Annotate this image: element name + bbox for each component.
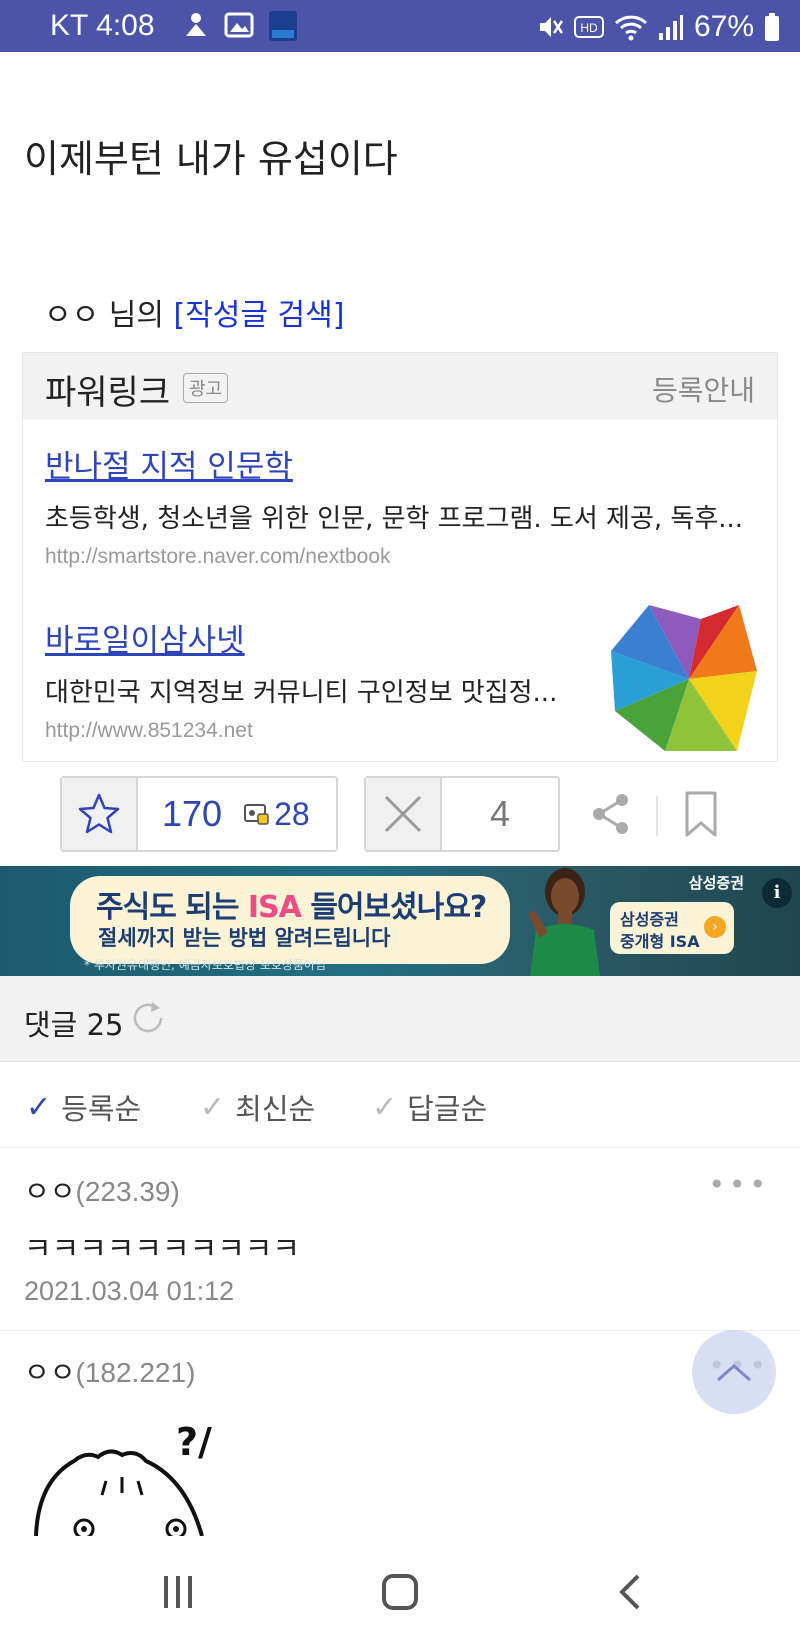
register-ad-link[interactable]: 등록안내 — [652, 369, 755, 409]
ad-item[interactable]: 반나절 지적 인문학 초등학생, 청소년을 위한 인문, 문학 프로그램. 도서… — [45, 441, 743, 569]
banner-ad[interactable]: 주식도 되는 ISA 들어보셨나요? 절세까지 받는 방법 알려드립니다 * 투… — [0, 866, 800, 976]
comment-item: ㅇㅇ(223.39) ••• ㅋㅋㅋㅋㅋㅋㅋㅋㅋㅋ 2021.03.04 01:… — [0, 1148, 800, 1330]
star-icon — [78, 793, 120, 834]
downvote-button[interactable] — [366, 778, 442, 850]
comment-sort-bar: ✓ 등록순 ✓ 최신순 ✓ 답글순 — [0, 1062, 800, 1148]
powerlink-ad-box: 파워링크 광고 등록안내 반나절 지적 인문학 초등학생, 청소년을 위한 인문… — [22, 352, 778, 762]
close-icon — [384, 795, 422, 833]
comment-author[interactable]: ㅇㅇ(223.39) — [24, 1170, 180, 1210]
image-icon — [224, 12, 254, 38]
upvote-button[interactable] — [62, 778, 138, 850]
sort-label: 답글순 — [407, 1092, 488, 1126]
game-icon — [186, 13, 206, 36]
system-nav-bar — [0, 1536, 800, 1644]
powerlink-header: 파워링크 광고 등록안내 — [23, 353, 777, 419]
comment-author-name: ㅇㅇ — [24, 1356, 76, 1389]
mute-icon — [539, 17, 563, 37]
comment-author-ip: (182.221) — [75, 1357, 196, 1388]
more-options-icon[interactable]: ••• — [708, 1168, 770, 1201]
sort-by-latest[interactable]: ✓ 최신순 — [200, 1086, 315, 1128]
comment-item: ㅇㅇ(182.221) ••• ?/ — [0, 1331, 800, 1536]
recent-apps-icon[interactable] — [158, 1572, 198, 1612]
banner-brand: 삼성증권 — [688, 874, 744, 892]
home-icon[interactable] — [380, 1572, 420, 1612]
banner-headline-highlight: ISA — [247, 890, 302, 925]
wifi-icon — [614, 15, 647, 41]
share-icon[interactable] — [590, 792, 632, 836]
author-line: ㅇㅇ 님의 [작성글 검색] — [44, 290, 344, 334]
system-icons: HD 67% — [536, 10, 780, 44]
fixed-upvote-count: 28 — [274, 795, 310, 832]
comment-body: ㅋㅋㅋㅋㅋㅋㅋㅋㅋㅋ — [24, 1232, 300, 1267]
comment-author-name: ㅇㅇ — [24, 1175, 76, 1208]
battery-icon — [765, 13, 779, 41]
bookmark-icon[interactable] — [684, 790, 718, 838]
comment-date: 2021.03.04 01:12 — [24, 1276, 235, 1306]
battery-percent: 67% — [693, 10, 754, 43]
upvote-box[interactable]: 170 28 — [60, 776, 338, 852]
carrier-time: KT 4:08 — [50, 9, 155, 42]
ad-logo-image[interactable] — [609, 601, 769, 757]
check-icon: ✓ — [372, 1089, 398, 1125]
check-icon: ✓ — [26, 1089, 52, 1125]
powerlink-title: 파워링크 — [45, 373, 171, 413]
ad-title-link[interactable]: 반나절 지적 인문학 — [45, 441, 743, 486]
ad-description: 초등학생, 청소년을 위한 인문, 문학 프로그램. 도서 제공, 독후... — [45, 504, 744, 534]
comments-header: 댓글 25 — [0, 976, 800, 1062]
banner-subline: 절세까지 받는 방법 알려드립니다 — [98, 926, 391, 950]
banner-headline: 주식도 되는 ISA 들어보셨나요? — [96, 882, 487, 926]
app-notification-icon — [269, 11, 297, 41]
ad-url[interactable]: http://www.851234.net — [45, 719, 557, 743]
chevron-up-icon — [717, 1364, 751, 1382]
downvote-box[interactable]: 4 — [364, 776, 560, 852]
sort-label: 등록순 — [61, 1092, 142, 1126]
ad-title-link[interactable]: 바로일이삼사넷 — [45, 615, 557, 660]
sort-label: 최신순 — [235, 1092, 316, 1126]
back-icon[interactable] — [610, 1572, 650, 1612]
divider — [656, 796, 658, 836]
ad-info-icon[interactable]: i — [762, 878, 792, 908]
banner-headline-text: 들어보셨나요? — [300, 890, 487, 925]
check-icon: ✓ — [200, 1089, 226, 1125]
comment-author[interactable]: ㅇㅇ(182.221) — [24, 1351, 195, 1391]
comment-count: 댓글 25 — [24, 1008, 124, 1042]
post-title: 이제부턴 내가 유섭이다 — [24, 137, 398, 181]
sort-by-registered[interactable]: ✓ 등록순 — [26, 1086, 141, 1128]
banner-cta-label: 삼성증권 — [620, 910, 679, 929]
sort-by-replies[interactable]: ✓ 답글순 — [372, 1086, 487, 1128]
banner-headline-text: 주식도 되는 — [96, 890, 248, 925]
hd-icon: HD — [573, 16, 604, 38]
notification-icons — [182, 10, 298, 42]
svg-text:HD: HD — [580, 21, 598, 35]
author-name: ㅇㅇ 님의 — [44, 298, 164, 333]
ad-badge: 광고 — [183, 373, 229, 403]
banner-person-image — [528, 868, 600, 976]
chevron-right-icon: › — [704, 916, 726, 938]
fixed-nick-icon — [244, 804, 269, 825]
banner-disclaimer: * 투자권유대행인, 예금자보호법상 보호상품아님 — [84, 958, 327, 972]
ad-description: 대한민국 지역정보 커뮤니티 구인정보 맛집정... — [45, 678, 558, 708]
upvote-count: 170 — [162, 793, 223, 834]
refresh-icon[interactable] — [130, 1000, 166, 1036]
comment-author-ip: (223.39) — [75, 1176, 180, 1207]
author-posts-search-link[interactable]: [작성글 검색] — [173, 298, 344, 333]
scroll-to-top-button[interactable] — [692, 1330, 776, 1414]
ad-item[interactable]: 바로일이삼사넷 대한민국 지역정보 커뮤니티 구인정보 맛집정... http:… — [45, 615, 557, 743]
banner-cta-button[interactable]: 삼성증권 중개형 ISA › — [610, 902, 734, 954]
svg-text:?/: ?/ — [176, 1421, 212, 1464]
downvote-count: 4 — [489, 793, 511, 834]
comment-sticker-image: ?/ — [34, 1421, 212, 1536]
fixed-upvote: 28 — [222, 778, 310, 850]
status-bar: KT 4:08 HD 67% — [0, 0, 800, 52]
signal-icon — [658, 15, 683, 40]
ad-url[interactable]: http://smartstore.naver.com/nextbook — [45, 545, 743, 569]
banner-cta-label: 중개형 ISA — [620, 932, 700, 951]
